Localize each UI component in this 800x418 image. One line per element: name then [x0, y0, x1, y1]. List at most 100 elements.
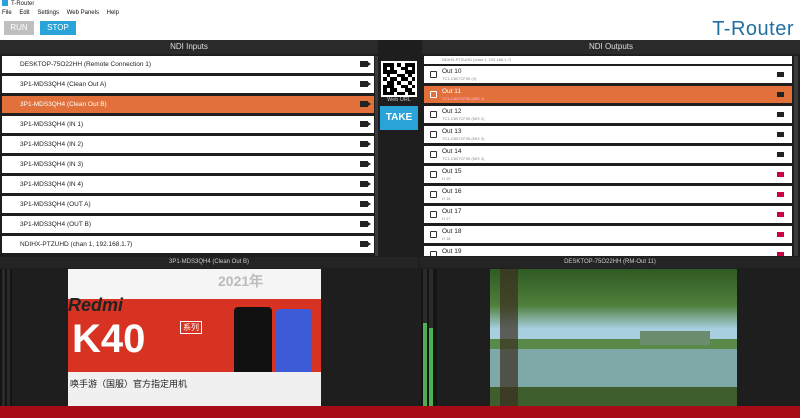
lock-icon[interactable] — [430, 151, 437, 158]
output-name: Out 17 — [442, 208, 462, 215]
camera-icon — [360, 81, 371, 87]
video-model-text: K40 — [72, 317, 146, 361]
take-button[interactable]: TAKE — [380, 106, 418, 130]
right-video-preview — [490, 269, 737, 410]
input-row[interactable]: 3P1-MDS3QH4 (IN 4) — [2, 176, 374, 193]
app-icon — [2, 0, 8, 7]
output-source: H 18 — [442, 236, 451, 241]
menu-file[interactable]: File — [2, 10, 12, 16]
output-row[interactable]: Out 19 — [424, 246, 792, 256]
output-row[interactable]: Out 17 H 17 — [424, 206, 792, 223]
output-source: H 17 — [442, 216, 451, 221]
input-row[interactable]: 3P1-MDS3QH4 (OUT A) — [2, 196, 374, 213]
menu-edit[interactable]: Edit — [19, 10, 29, 16]
inputs-scrollbar[interactable] — [375, 56, 378, 256]
brand-logo: T-Router — [712, 18, 794, 40]
input-row[interactable]: 3P1-MDS3QH4 (OUT B) — [2, 216, 374, 233]
left-preview-title: 3P1-MDS3QH4 (Clean Out B) — [0, 257, 418, 268]
meter-l — [2, 269, 5, 410]
video-tree-trunk — [500, 269, 518, 410]
output-source: TC1-C807CF35 (MIX 3) — [442, 136, 485, 141]
output-name: Out 19 — [442, 248, 462, 255]
taskbar-strip — [0, 406, 800, 418]
input-label: NDIHX-PTZUHD (chan 1, 192.168.1.7) — [20, 241, 133, 248]
camera-icon — [360, 141, 371, 147]
meter-r — [7, 269, 10, 410]
lock-icon[interactable] — [430, 191, 437, 198]
output-row[interactable]: Out 11 TC1-C807CF35 (MIX 1) — [424, 86, 792, 103]
input-row[interactable]: 3P1-MDS3QH4 (IN 3) — [2, 156, 374, 173]
lock-icon[interactable] — [430, 91, 437, 98]
output-source: TC1-C807CF35 (MIX 4) — [442, 156, 485, 161]
input-row[interactable]: NDIHX-PTZUHD (chan 1, 192.168.1.7) — [2, 236, 374, 253]
inputs-header: NDI Inputs — [0, 40, 378, 54]
input-label: 3P1-MDS3QH4 (IN 2) — [20, 141, 84, 148]
qr-code[interactable] — [381, 61, 417, 97]
camera-off-icon — [777, 252, 784, 256]
output-row[interactable]: Out 14 TC1-C807CF35 (MIX 4) — [424, 146, 792, 163]
input-row[interactable]: 3P1-MDS3QH4 (IN 1) — [2, 116, 374, 133]
output-name: Out 13 — [442, 128, 462, 135]
lock-icon[interactable] — [430, 211, 437, 218]
lock-icon[interactable] — [430, 131, 437, 138]
output-name: Out 14 — [442, 148, 462, 155]
lock-icon[interactable] — [430, 71, 437, 78]
title-bar: T-Router — [0, 0, 800, 9]
camera-icon — [360, 221, 371, 227]
output-source: TC1-C807CF35 (4) — [442, 76, 477, 81]
lock-icon[interactable] — [430, 251, 437, 256]
input-row[interactable]: 3P1-MDS3QH4 (Clean Out A) — [2, 76, 374, 93]
meter-l2-level — [423, 322, 427, 410]
output-source: H 15 — [442, 176, 451, 181]
camera-off-icon — [777, 212, 784, 217]
menu-bar: File Edit Settings Web Panels Help — [0, 9, 800, 18]
output-row-partial[interactable]: NDIHX-PTZUHD (chan 1, 192.168.1.7) — [424, 56, 792, 64]
output-row[interactable]: Out 12 TC1-C807CF35 (MIX 2) — [424, 106, 792, 123]
right-preview-title: DESKTOP-75O22HH (RM-Out 11) — [420, 257, 800, 268]
video-river — [490, 349, 737, 389]
toolbar: RUN STOP T-Router — [0, 18, 800, 40]
input-row[interactable]: 3P1-MDS3QH4 (IN 2) — [2, 136, 374, 153]
camera-icon — [360, 201, 371, 207]
meter-r2-level — [429, 328, 433, 410]
input-label: 3P1-MDS3QH4 (Clean Out A) — [20, 81, 107, 88]
output-row[interactable]: Out 10 TC1-C807CF35 (4) — [424, 66, 792, 83]
input-label: 3P1-MDS3QH4 (Clean Out B) — [20, 101, 107, 108]
camera-off-icon — [777, 172, 784, 177]
run-button[interactable]: RUN — [4, 21, 34, 35]
camera-icon — [360, 241, 371, 247]
output-name: Out 12 — [442, 108, 462, 115]
lock-icon[interactable] — [430, 231, 437, 238]
output-row[interactable]: Out 15 H 15 — [424, 166, 792, 183]
output-row[interactable]: Out 16 H 16 — [424, 186, 792, 203]
lock-icon[interactable] — [430, 111, 437, 118]
camera-icon — [360, 161, 371, 167]
output-row[interactable]: Out 18 H 18 — [424, 226, 792, 243]
video-caption-text: 唤手游（国服）官方指定用机 — [70, 379, 188, 389]
lock-icon[interactable] — [430, 171, 437, 178]
stop-button[interactable]: STOP — [40, 21, 76, 35]
camera-icon — [360, 101, 371, 107]
input-row[interactable]: DESKTOP-75O22HH (Remote Connection 1) — [2, 56, 374, 73]
menu-help[interactable]: Help — [107, 10, 119, 16]
camera-off-icon — [777, 232, 784, 237]
meter-l2 — [423, 269, 427, 410]
camera-icon — [777, 152, 784, 157]
output-name: Out 18 — [442, 228, 462, 235]
output-source: H 16 — [442, 196, 451, 201]
input-label: DESKTOP-75O22HH (Remote Connection 1) — [20, 61, 152, 68]
window-title: T-Router — [11, 1, 35, 7]
input-row[interactable]: 3P1-MDS3QH4 (Clean Out B) — [2, 96, 374, 113]
menu-settings[interactable]: Settings — [37, 10, 59, 16]
input-label: 3P1-MDS3QH4 (OUT A) — [20, 201, 91, 208]
output-row[interactable]: Out 13 TC1-C807CF35 (MIX 3) — [424, 126, 792, 143]
outputs-list: NDIHX-PTZUHD (chan 1, 192.168.1.7) Out 1… — [424, 56, 792, 256]
camera-icon — [777, 72, 784, 77]
camera-off-icon — [777, 192, 784, 197]
menu-web-panels[interactable]: Web Panels — [67, 10, 99, 16]
input-label: 3P1-MDS3QH4 (IN 1) — [20, 121, 84, 128]
output-source: TC1-C807CF35 (MIX 2) — [442, 116, 485, 121]
left-video-preview: 2021年 Redmi K40 系列 唤手游（国服）官方指定用机 — [68, 269, 321, 410]
outputs-scrollbar[interactable] — [794, 56, 798, 256]
input-label: 3P1-MDS3QH4 (IN 3) — [20, 161, 84, 168]
